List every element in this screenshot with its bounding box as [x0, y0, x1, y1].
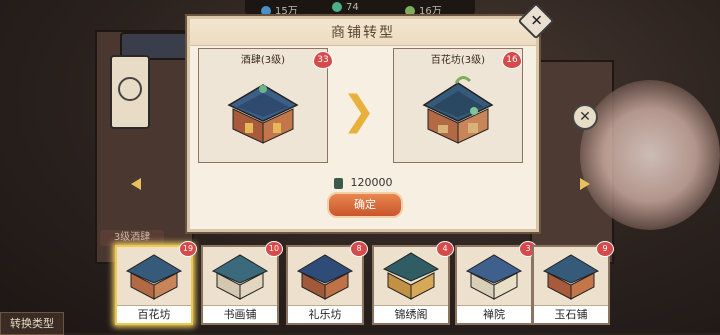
shop-label: 玉石铺	[534, 305, 608, 323]
decor-cross-icon: ✕	[572, 104, 598, 130]
dialog-header: 商铺转型	[190, 19, 536, 46]
from-shop-badge: 33	[313, 51, 333, 69]
currency-icon	[333, 177, 343, 189]
price-value: 120000	[350, 176, 393, 189]
hanging-banner	[110, 55, 150, 129]
blossom-tree	[580, 80, 720, 230]
confirm-button[interactable]: 确定	[327, 192, 403, 218]
resource-water: 15万	[261, 2, 298, 17]
shop-option-shuhuapu[interactable]: 10 书画铺	[201, 241, 283, 325]
background-shop-tag: 3级酒肆	[100, 230, 164, 246]
flower-shop-building-icon	[422, 76, 494, 144]
jade-shop-icon	[542, 254, 600, 300]
resource-leaf: 16万	[405, 2, 442, 17]
leaf-icon	[405, 6, 415, 16]
resource-jade: 74	[332, 2, 359, 13]
to-shop-badge: 16	[502, 51, 522, 69]
from-shop-label: 酒肆(3级)	[240, 55, 286, 66]
shop-option-baihuafang[interactable]: 19 百花坊	[115, 241, 197, 325]
transform-arrow-icon: ❯	[342, 88, 376, 134]
music-shop-icon	[296, 254, 354, 300]
flower-shop-icon	[125, 254, 183, 300]
shop-option-yushipu[interactable]: 9 玉石铺	[532, 241, 614, 325]
shop-label: 锦绣阁	[374, 305, 448, 323]
jade-coin-icon	[332, 2, 342, 12]
shop-label: 书画铺	[203, 305, 277, 323]
scroll-left-icon[interactable]	[131, 178, 141, 190]
shop-label: 百花坊	[117, 305, 191, 323]
tavern-building-icon	[227, 84, 299, 144]
resource-value: 74	[346, 2, 359, 13]
price-row: 120000	[190, 176, 536, 189]
shop-label: 礼乐坊	[288, 305, 362, 323]
to-shop-card: 百花坊(3级) 16	[393, 48, 523, 163]
close-icon: ✕	[530, 11, 543, 30]
shop-option-liyuefang[interactable]: 8 礼乐坊	[286, 241, 368, 325]
painting-shop-icon	[211, 254, 269, 300]
shop-transform-dialog: 商铺转型 酒肆(3级) 33 ❯ 百花坊(3级) 16 120000 确定	[187, 16, 539, 232]
shop-option-jinxiuge[interactable]: 4 锦绣阁	[372, 241, 454, 325]
scroll-right-icon[interactable]	[580, 178, 590, 190]
shop-label: 禅院	[457, 305, 531, 323]
conversion-type-tab[interactable]: 转换类型	[0, 312, 64, 335]
embroidery-shop-icon	[382, 252, 440, 300]
shop-option-chanyuan[interactable]: 3 禅院	[455, 241, 537, 325]
from-shop-card: 酒肆(3级) 33	[198, 48, 333, 163]
temple-icon	[465, 254, 523, 300]
water-drop-icon	[261, 6, 271, 16]
dialog-title: 商铺转型	[331, 25, 395, 41]
